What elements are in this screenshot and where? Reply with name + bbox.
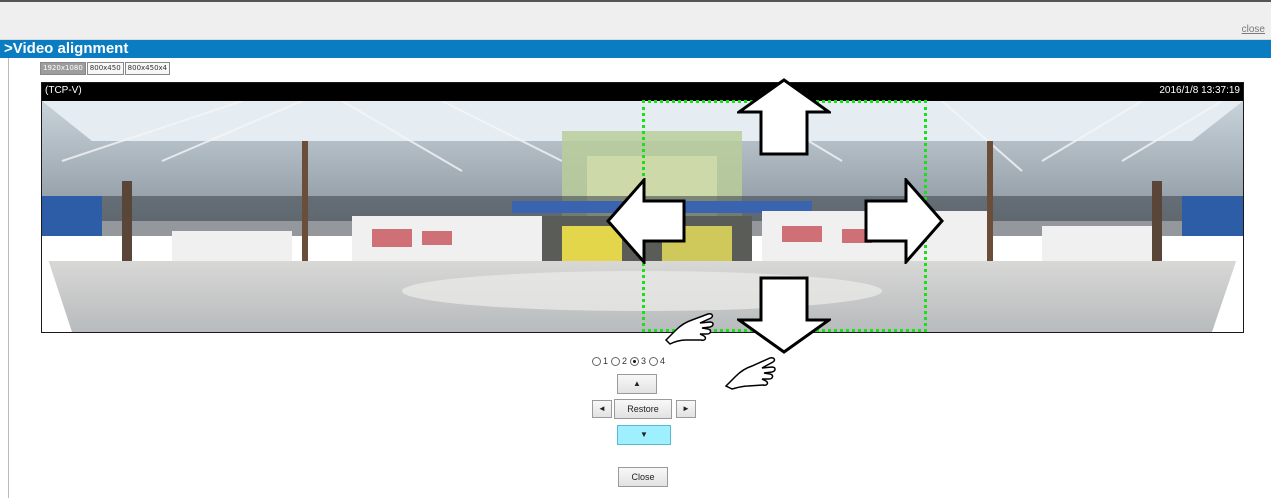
radio-option-3[interactable]: 3 xyxy=(630,356,646,366)
move-left-button[interactable]: ◄ xyxy=(592,400,612,418)
move-up-button[interactable]: ▲ xyxy=(617,374,657,394)
stream-tag: (TCP-V) xyxy=(45,85,82,96)
restore-button[interactable]: Restore xyxy=(614,399,672,419)
top-bar: close xyxy=(0,0,1271,40)
move-right-button[interactable]: ► xyxy=(676,400,696,418)
video-timestamp: 2016/1/8 13:37:19 xyxy=(1159,85,1240,96)
radio-circle[interactable] xyxy=(649,356,659,366)
radio-option-1[interactable]: 1 xyxy=(592,356,608,366)
view-radio-group: 1 2 3 4 xyxy=(592,356,668,366)
radio-label: 4 xyxy=(660,356,666,366)
page-left-border xyxy=(8,58,9,498)
radio-label: 3 xyxy=(641,356,647,366)
arrow-right-icon xyxy=(864,178,944,264)
radio-label: 2 xyxy=(622,356,628,366)
section-title-bar: >Video alignment xyxy=(0,40,1271,58)
pointing-hand-icon-secondary xyxy=(724,357,776,390)
tab-resolution-3[interactable]: 800x450x4 xyxy=(124,62,171,75)
move-down-button[interactable]: ▼ xyxy=(617,425,671,445)
video-header: (TCP-V) 2016/1/8 13:37:19 xyxy=(42,83,1243,101)
arrow-left-icon xyxy=(606,178,686,264)
close-button[interactable]: Close xyxy=(618,467,668,487)
close-link[interactable]: close xyxy=(1242,24,1265,35)
resolution-tabs: 1920x1080 800x450 800x450x4 xyxy=(40,62,171,75)
radio-label: 1 xyxy=(603,356,609,366)
radio-circle[interactable] xyxy=(592,356,601,366)
tab-resolution-1[interactable]: 1920x1080 xyxy=(40,62,86,75)
arrow-down-icon xyxy=(737,276,831,354)
radio-circle-checked[interactable] xyxy=(630,356,640,366)
page-title: >Video alignment xyxy=(4,40,129,57)
pointing-hand-icon xyxy=(664,313,714,345)
radio-circle[interactable] xyxy=(611,356,621,366)
arrow-up-icon xyxy=(737,78,831,156)
radio-option-4[interactable]: 4 xyxy=(649,356,665,366)
tab-resolution-2[interactable]: 800x450 xyxy=(86,62,124,75)
radio-option-2[interactable]: 2 xyxy=(611,356,627,366)
